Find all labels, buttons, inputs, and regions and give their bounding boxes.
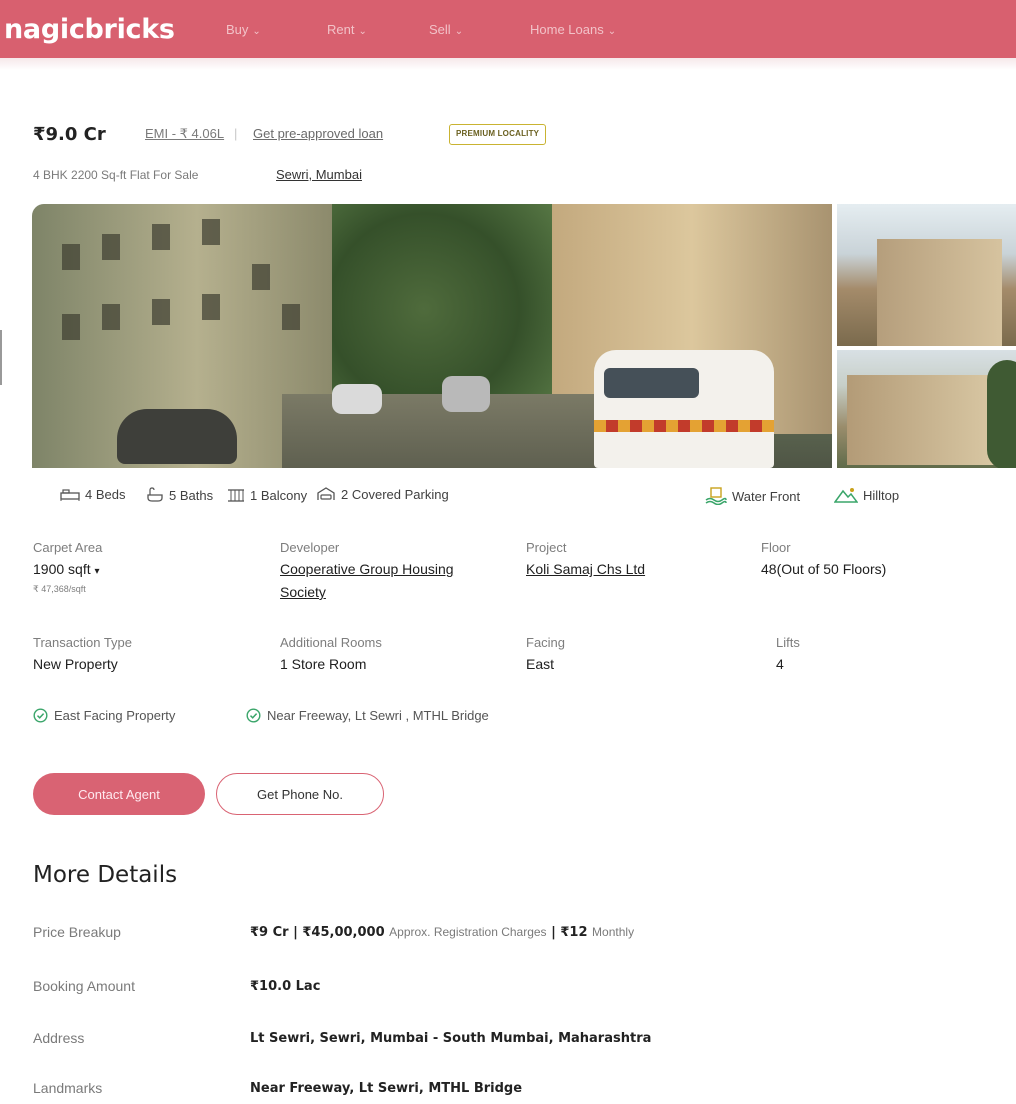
pre-approved-loan-link[interactable]: Get pre-approved loan — [253, 126, 383, 141]
amenity-parking: 2 Covered Parking — [316, 487, 449, 502]
booking-amount-value: ₹10.0 Lac — [250, 979, 321, 994]
amenity-balcony: 1 Balcony — [227, 487, 307, 503]
carpet-area-value[interactable]: 1900 sqft ▾ — [33, 561, 100, 577]
booking-amount-label: Booking Amount — [33, 978, 135, 994]
top-navigation-bar: nagicbricks Buy ⌄ Rent ⌄ Sell ⌄ Home Loans ⌄ — [0, 0, 1016, 58]
landmarks-value: Near Freeway, Lt Sewri, MTHL Bridge — [250, 1081, 523, 1096]
highlight-hilltop: Hilltop — [834, 487, 899, 503]
price-breakup-label: Price Breakup — [33, 924, 121, 940]
listing-subtitle: 4 BHK 2200 Sq-ft Flat For Sale — [33, 168, 199, 182]
listing-price: ₹9.0 Cr — [33, 124, 106, 145]
facing-label: Facing — [526, 635, 566, 650]
parking-icon — [317, 487, 335, 500]
bath-icon — [147, 487, 163, 502]
photo-ambulance — [594, 350, 774, 468]
nav-sell[interactable]: Sell ⌄ — [429, 22, 463, 37]
address-value: Lt Sewri, Sewri, Mumbai - South Mumbai, … — [250, 1031, 652, 1046]
price-per-sqft: ₹ 47,368/sqft — [33, 584, 86, 594]
carpet-area-label: Carpet Area — [33, 540, 103, 555]
lifts-label: Lifts — [776, 635, 800, 650]
lifts-value: 4 — [776, 656, 784, 672]
developer-label: Developer — [280, 540, 340, 555]
water-front-icon — [705, 487, 727, 505]
premium-locality-badge: PREMIUM LOCALITY — [449, 124, 547, 145]
facing-value: East — [526, 656, 555, 672]
check-circle-icon — [33, 708, 48, 723]
separator: | — [234, 126, 238, 141]
floor-label: Floor — [761, 540, 791, 555]
header-shadow — [0, 58, 1016, 70]
project-label: Project — [526, 540, 567, 555]
chevron-down-icon: ⌄ — [607, 26, 617, 37]
price-breakup-value: ₹9 Cr | ₹45,00,000 Approx. Registration … — [250, 925, 635, 940]
more-details-heading: More Details — [33, 862, 178, 888]
chevron-down-icon: ▾ — [94, 566, 100, 577]
emi-link[interactable]: EMI - ₹ 4.06L — [145, 126, 224, 142]
chevron-down-icon: ⌄ — [358, 26, 367, 37]
locality-link[interactable]: Sewri, Mumbai — [276, 167, 362, 182]
balcony-icon — [228, 489, 244, 502]
nav-home-loans[interactable]: Home Loans ⌄ — [530, 22, 616, 37]
feature-near-freeway: Near Freeway, Lt Sewri , MTHL Bridge — [246, 708, 489, 723]
scroll-indicator[interactable] — [0, 330, 2, 385]
landmarks-label: Landmarks — [33, 1080, 103, 1096]
developer-link-line2[interactable]: Society — [280, 584, 326, 600]
site-logo[interactable]: nagicbricks — [4, 14, 175, 45]
project-link[interactable]: Koli Samaj Chs Ltd — [526, 561, 645, 577]
chevron-down-icon: ⌄ — [454, 26, 464, 37]
additional-rooms-label: Additional Rooms — [280, 635, 382, 650]
photo-car — [442, 376, 490, 412]
check-circle-icon — [246, 708, 261, 723]
thumbnail-photo-1[interactable] — [837, 204, 1016, 346]
chevron-down-icon: ⌄ — [252, 26, 261, 37]
photo-car — [332, 384, 382, 414]
get-phone-number-button[interactable]: Get Phone No. — [216, 773, 384, 815]
contact-agent-button[interactable]: Contact Agent — [33, 773, 205, 815]
hilltop-icon — [834, 488, 858, 503]
photo-scooter — [117, 409, 237, 464]
additional-rooms-value: 1 Store Room — [280, 656, 367, 672]
floor-value: 48(Out of 50 Floors) — [761, 561, 887, 577]
transaction-type-label: Transaction Type — [33, 635, 132, 650]
nav-buy[interactable]: Buy ⌄ — [226, 22, 261, 37]
feature-east-facing: East Facing Property — [33, 708, 175, 723]
bed-icon — [60, 488, 80, 501]
thumbnail-photo-2[interactable] — [837, 350, 1016, 468]
developer-link-line1[interactable]: Cooperative Group Housing — [280, 561, 454, 577]
amenity-baths: 5 Baths — [146, 487, 213, 503]
transaction-type-value: New Property — [33, 656, 118, 672]
nav-rent[interactable]: Rent ⌄ — [327, 22, 367, 37]
main-property-photo[interactable] — [32, 204, 832, 468]
address-label: Address — [33, 1030, 85, 1046]
amenity-beds: 4 Beds — [60, 487, 125, 502]
highlight-water-front: Water Front — [705, 487, 800, 505]
